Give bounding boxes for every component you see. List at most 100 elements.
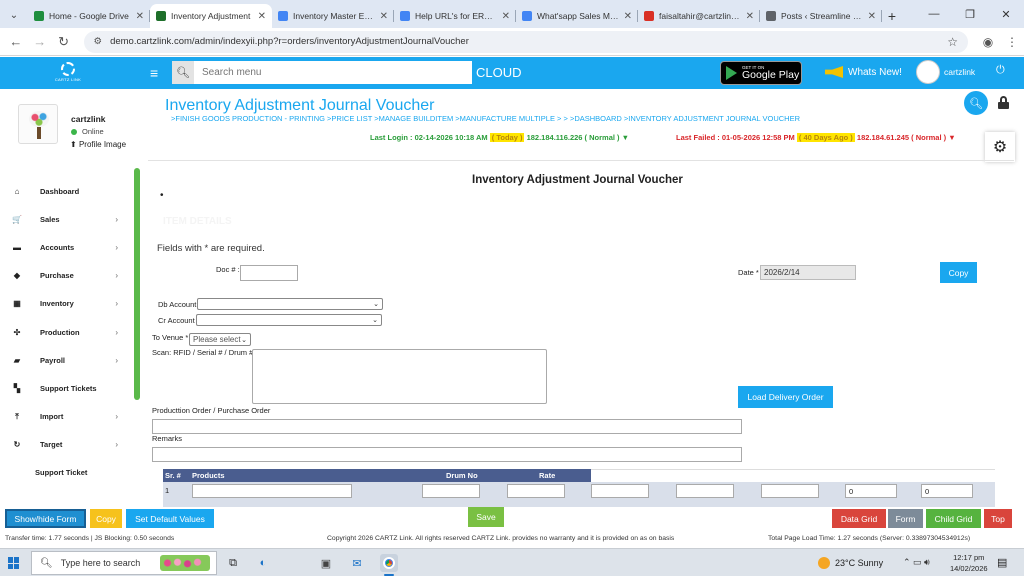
sidebar-item-target[interactable]: ↻ Target › <box>0 431 132 459</box>
sidebar-item-accounts[interactable]: ▬ Accounts › <box>0 233 132 261</box>
system-tray-icons[interactable]: ⌃ ▭ 🔊︎ <box>903 557 930 568</box>
grid-cell-5[interactable] <box>591 484 649 498</box>
power-icon[interactable]: ⏻ <box>996 64 1005 77</box>
form-toolbar: Show/hide Form Copy Set Default Values S… <box>0 507 1024 529</box>
browser-tab[interactable]: What'sapp Sales Mess ✕ <box>516 4 638 28</box>
save-button[interactable]: Save <box>468 507 504 527</box>
tab-label: Posts ‹ Streamline Syst <box>781 11 864 21</box>
chevron-right-icon: › <box>115 214 118 224</box>
browser-menu-icon[interactable]: ⋮ <box>1000 35 1024 49</box>
browser-tab[interactable]: Home - Google Drive ✕ <box>28 4 150 28</box>
url-field[interactable]: ⚙ demo.cartzlink.com/admin/indexyii.php?… <box>83 30 968 53</box>
scan-textarea[interactable] <box>252 349 547 404</box>
profile-icon[interactable]: ◉ <box>976 35 1000 49</box>
sidebar-scrollbar[interactable] <box>134 168 140 400</box>
show-hide-form-button[interactable]: Show/hide Form <box>5 509 86 528</box>
company-logo[interactable]: CARTZ LINK <box>50 62 86 84</box>
header-username[interactable]: cartzlink <box>944 67 975 77</box>
google-play-badge[interactable]: GET IT ON Google Play <box>720 61 802 85</box>
sidebar-item-payroll[interactable]: ▰ Payroll › <box>0 346 132 374</box>
tab-search-icon[interactable]: ⌄ <box>0 2 28 28</box>
qty-cell[interactable]: 0 <box>845 484 897 498</box>
load-delivery-order-button[interactable]: Load Delivery Order <box>738 386 833 408</box>
hamburger-menu-icon[interactable]: ≡ <box>150 65 158 81</box>
store-icon[interactable]: ▣ <box>317 554 335 572</box>
product-cell[interactable] <box>192 484 352 498</box>
production-order-input[interactable] <box>152 419 742 434</box>
grid-cell-7[interactable] <box>761 484 819 498</box>
sidebar-item-inventory[interactable]: ▦ Inventory › <box>0 290 132 318</box>
whats-new-link[interactable]: Whats New! <box>825 66 902 78</box>
sidebar-item-purchase[interactable]: ◆ Purchase › <box>0 262 132 290</box>
amount-cell[interactable]: 0 <box>921 484 973 498</box>
db-account-select[interactable]: ⌄ <box>197 298 383 310</box>
close-tab-icon[interactable]: ✕ <box>136 11 144 22</box>
browser-tab[interactable]: faisaltahir@cartzlink.co ✕ <box>638 4 760 28</box>
back-icon[interactable]: ← <box>4 34 28 49</box>
breadcrumb[interactable]: >FINISH GOODS PRODUCTION - PRINTING >PRI… <box>171 114 800 123</box>
megaphone-icon <box>825 66 843 78</box>
close-tab-icon[interactable]: ✕ <box>380 11 388 22</box>
lock-icon[interactable] <box>998 96 1009 109</box>
cr-account-select[interactable]: ⌄ <box>196 314 382 326</box>
search-icon[interactable]: 🔍︎ <box>172 61 194 84</box>
settings-gear-button[interactable]: ⚙ <box>985 132 1015 162</box>
child-grid-button[interactable]: Child Grid <box>926 509 981 528</box>
windows-start-icon[interactable] <box>8 557 20 569</box>
restore-icon[interactable]: ❐ <box>952 0 988 28</box>
drum-no-cell[interactable] <box>422 484 480 498</box>
to-venue-select[interactable]: Please select ⌄ <box>189 333 251 346</box>
grid-cell-6[interactable] <box>676 484 734 498</box>
bookmark-star-icon[interactable]: ☆ <box>947 35 958 49</box>
user-avatar[interactable] <box>916 60 940 84</box>
chrome-icon[interactable] <box>380 554 398 576</box>
profile-image-label: Profile Image <box>78 140 127 149</box>
notification-icon[interactable]: ▤ <box>997 556 1007 569</box>
toolbar-copy-button[interactable]: Copy <box>90 509 122 528</box>
browser-tab[interactable]: Posts ‹ Streamline Syst ✕ <box>760 4 882 28</box>
gears-icon: ✣ <box>13 327 21 337</box>
browser-tab[interactable]: Help URL's for ERP Sys ✕ <box>394 4 516 28</box>
sidebar-item-support-ticket[interactable]: Support Ticket <box>0 459 132 487</box>
form-button[interactable]: Form <box>888 509 923 528</box>
sidebar-item-sales[interactable]: 🛒 Sales › <box>0 205 132 233</box>
edge-icon[interactable]: ◐ <box>254 554 272 572</box>
task-view-icon[interactable]: ⧉ <box>224 554 242 572</box>
rate-cell[interactable] <box>507 484 565 498</box>
close-window-icon[interactable]: ✕ <box>988 0 1024 28</box>
sidebar-item-import[interactable]: ⤒ Import › <box>0 403 132 431</box>
chevron-down-icon: ⌄ <box>372 317 378 324</box>
outlook-icon[interactable]: ✉ <box>348 554 366 572</box>
sidebar-item-production[interactable]: ✣ Production › <box>0 318 132 346</box>
browser-tab[interactable]: Inventory Master Entry ✕ <box>272 4 394 28</box>
required-note: Fields with * are required. <box>157 243 265 254</box>
remarks-input[interactable] <box>152 447 742 462</box>
taskbar-search[interactable]: 🔍︎ Type here to search <box>31 551 217 575</box>
set-default-values-button[interactable]: Set Default Values <box>126 509 214 528</box>
close-tab-icon[interactable]: ✕ <box>502 11 510 22</box>
taskbar-clock[interactable]: 12:17 pm 14/02/2026 <box>950 552 988 574</box>
close-tab-icon[interactable]: ✕ <box>746 11 754 22</box>
doc-number-input[interactable] <box>240 265 298 281</box>
profile-image-link[interactable]: ⬆ Profile Image <box>70 140 126 149</box>
menu-search-input[interactable] <box>194 61 472 84</box>
minimize-icon[interactable]: — <box>916 0 952 28</box>
weather-widget[interactable]: 23°C Sunny <box>818 557 883 569</box>
close-tab-icon[interactable]: ✕ <box>868 11 876 22</box>
close-tab-icon[interactable]: ✕ <box>624 11 632 22</box>
new-tab-button[interactable]: + <box>882 4 902 28</box>
site-info-icon[interactable]: ⚙ <box>94 36 103 47</box>
close-tab-icon[interactable]: ✕ <box>258 11 266 22</box>
data-grid-button[interactable]: Data Grid <box>832 509 886 528</box>
browser-tab[interactable]: Inventory Adjustment ✕ <box>150 4 272 28</box>
address-bar: ← → ↻ ⚙ demo.cartzlink.com/admin/indexyi… <box>0 28 1024 56</box>
forward-icon[interactable]: → <box>28 34 52 49</box>
date-input[interactable] <box>760 265 856 280</box>
copy-button[interactable]: Copy <box>940 262 977 283</box>
sidebar-item-label: Production <box>40 327 80 337</box>
sidebar-item-dashboard[interactable]: ⌂ Dashboard <box>0 177 132 205</box>
top-button[interactable]: Top <box>984 509 1012 528</box>
page-search-button[interactable]: 🔍︎ <box>964 91 988 115</box>
reload-icon[interactable]: ↻ <box>52 34 76 50</box>
sidebar-item-support-tickets[interactable]: ▚ Support Tickets <box>0 374 132 402</box>
